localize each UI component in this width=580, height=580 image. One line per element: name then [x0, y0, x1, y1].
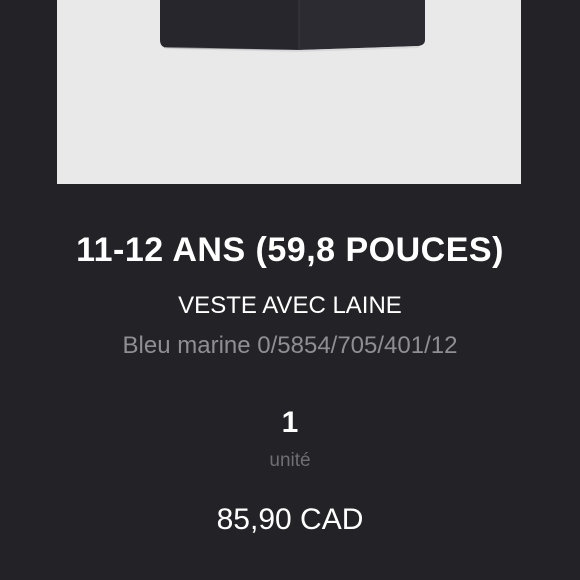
product-size: 11-12 ANS (59,8 POUCES) [76, 231, 504, 269]
product-price: 85,90 CAD [216, 503, 364, 536]
product-name: VESTE AVEC LAINE [178, 292, 402, 319]
quantity-value: 1 [281, 406, 299, 439]
jacket-left-panel [160, 0, 299, 50]
quantity-unit: unité [269, 450, 311, 471]
jacket-right-panel [299, 0, 425, 50]
jacket-image [160, 0, 425, 53]
product-image[interactable] [57, 0, 521, 184]
product-color-reference: Bleu marine 0/5854/705/401/12 [122, 332, 458, 359]
